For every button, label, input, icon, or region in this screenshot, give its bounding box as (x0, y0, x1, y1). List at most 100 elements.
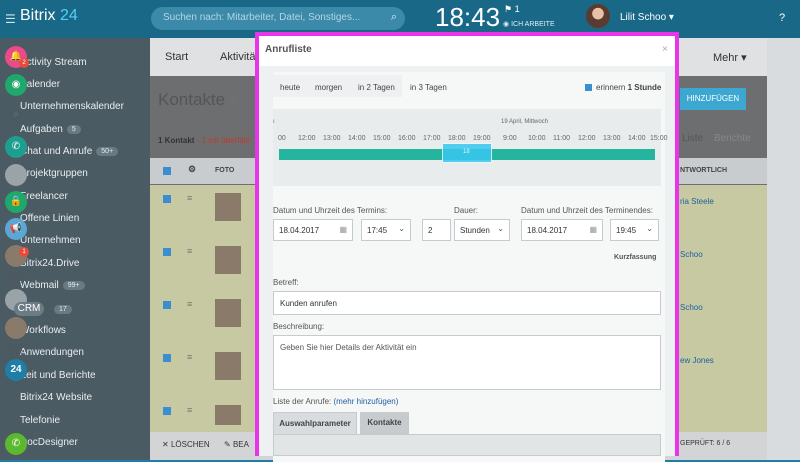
column-responsible[interactable]: NTWORTLICH (680, 167, 727, 174)
contact-photo[interactable] (215, 405, 241, 425)
sidebar-item-aufgaben[interactable]: Aufgaben 5 (20, 124, 81, 135)
avatar[interactable] (586, 4, 610, 28)
end-label: Datum und Uhrzeit des Terminendes: (521, 206, 653, 215)
row-checkbox[interactable] (163, 301, 171, 309)
delete-button[interactable]: ✕ LÖSCHEN (162, 440, 210, 449)
quick-2-days[interactable]: in 2 Tagen (358, 83, 395, 92)
timeline-tick: 14:00 (348, 135, 366, 142)
quick-today[interactable]: heute (280, 83, 300, 92)
app-logo[interactable]: Bitrix 24 (20, 7, 78, 25)
sidebar-badge: 99+ (62, 281, 85, 290)
help-icon[interactable]: ? (773, 9, 791, 27)
duration-input[interactable]: 2 (422, 219, 451, 241)
sidebar-item-telefonie[interactable]: Telefonie (20, 415, 60, 426)
calendar-icon[interactable]: ▦ (589, 225, 597, 234)
user-avatar-4[interactable] (5, 317, 27, 339)
search-icon[interactable]: ⌕ (5, 104, 27, 126)
select-all-checkbox[interactable] (163, 167, 171, 175)
timeline-tick: 00 (278, 135, 286, 142)
sidebar-item-offene-linien[interactable]: Offene Linien (20, 213, 79, 224)
close-icon[interactable]: × (662, 44, 668, 55)
sidebar-item-unternehmen[interactable]: Unternehmen (20, 235, 81, 246)
sidebar-item-docdesigner[interactable]: DocDesigner (20, 437, 78, 448)
timeline-tick: 15:00 (373, 135, 391, 142)
lock-icon[interactable]: 🔒 (5, 191, 27, 213)
sidebar-item-label: Unternehmenskalender (20, 101, 124, 112)
description-textarea[interactable]: Geben Sie hier Details der Aktivität ein (273, 335, 661, 390)
chat-icon[interactable]: ◉ (5, 74, 27, 96)
calendar-icon[interactable]: ▦ (339, 225, 347, 234)
row-checkbox[interactable] (163, 354, 171, 362)
responsible-name[interactable]: Schoo (680, 303, 703, 312)
dialog-title: Anrufliste (265, 44, 312, 55)
tab-selection-params[interactable]: Auswahlparameter (273, 412, 357, 434)
tab-contacts[interactable]: Kontakte (360, 412, 409, 434)
row-menu-icon[interactable]: ≡ (187, 193, 197, 203)
end-time-select[interactable]: 19:45 ⌄ (610, 219, 659, 241)
view-reports[interactable]: Berichte (714, 133, 751, 144)
row-menu-icon[interactable]: ≡ (187, 299, 197, 309)
column-foto[interactable]: FOTO (215, 167, 234, 174)
tab-activities[interactable]: Aktivitä (220, 51, 255, 63)
sidebar-item-unternehmenskalender[interactable]: Unternehmenskalender (20, 101, 124, 112)
sidebar-item-activity-stream[interactable]: Activity Stream (20, 57, 87, 68)
contact-photo[interactable] (215, 299, 241, 327)
sidebar-item-bitrix24-website[interactable]: Bitrix24 Website (20, 392, 92, 403)
bitrix24-icon[interactable]: 24 (5, 359, 27, 381)
sidebar-item-crm[interactable]: CRM (14, 302, 44, 316)
responsible-name[interactable]: Schoo (680, 250, 703, 259)
search-icon[interactable]: ⌕ (391, 11, 397, 24)
clock: 18:43 (435, 2, 501, 32)
timeline-selection[interactable]: 18 (442, 143, 492, 163)
description-label: Beschreibung: (273, 322, 325, 331)
summary-link[interactable]: Kurzfassung (614, 254, 656, 261)
row-checkbox[interactable] (163, 407, 171, 415)
notifications-badge: 2 (19, 58, 29, 68)
settings-icon[interactable]: ⚙ (188, 164, 196, 175)
search-input[interactable]: Suchen nach: Mitarbeiter, Datei, Sonstig… (151, 7, 405, 30)
row-menu-icon[interactable]: ≡ (187, 246, 197, 256)
user-name[interactable]: Lilit Schoo ▾ (620, 12, 674, 23)
start-time-select[interactable]: 17:45 ⌄ (361, 219, 411, 241)
menu-icon[interactable]: ☰ (5, 12, 16, 26)
sidebar-item-projektgruppen[interactable]: Projektgruppen (20, 168, 88, 179)
user-badge: 1 (19, 247, 29, 257)
sidebar-item-zeit-und-berichte[interactable]: Zeit und Berichte (20, 370, 96, 381)
reminder-label[interactable]: erinnern 1 Stunde (596, 83, 661, 92)
sidebar-item-chat-und-anrufe[interactable]: Chat und Anrufe 50+ (20, 146, 119, 157)
responsible-name[interactable]: ew Jones (680, 356, 714, 365)
flag-icon[interactable]: ⚑ 1 (504, 4, 520, 15)
add-contact-button[interactable]: HINZUFÜGEN (680, 88, 746, 110)
contact-photo[interactable] (215, 246, 241, 274)
reminder-checkbox[interactable] (585, 84, 592, 91)
sidebar-item-freelancer[interactable]: Freelancer (20, 191, 68, 202)
tab-more[interactable]: Mehr ▾ (713, 51, 747, 64)
view-list[interactable]: Liste (682, 133, 703, 144)
contact-photo[interactable] (215, 193, 241, 221)
megaphone-icon[interactable]: 📢 (5, 218, 27, 240)
row-menu-icon[interactable]: ≡ (187, 405, 197, 415)
user-avatar-1[interactable] (5, 164, 27, 186)
start-date-input[interactable]: 18.04.2017 ▦ (273, 219, 353, 241)
chevron-down-icon: ⌄ (398, 224, 405, 233)
edit-button[interactable]: ✎ BEA (224, 440, 249, 449)
star-icon[interactable]: ☆ (228, 91, 241, 108)
timeline[interactable]: 19 April, Mittwoch ı 00 12:00 13:00 14:00 15… (273, 109, 668, 186)
row-checkbox[interactable] (163, 248, 171, 256)
timeline-tick: 17:00 (423, 135, 441, 142)
tab-start[interactable]: Start (165, 51, 188, 63)
end-date-input[interactable]: 18.04.2017 ▦ (521, 219, 603, 241)
quick-3-days[interactable]: in 3 Tagen (410, 83, 447, 92)
add-more-link[interactable]: (mehr hinzufügen) (334, 397, 399, 406)
phone-icon[interactable]: ✆ (5, 136, 27, 158)
work-status[interactable]: ◉ ICH ARBEITE (503, 20, 555, 28)
duration-unit-select[interactable]: Stunden ⌄ (454, 219, 510, 241)
quick-tomorrow[interactable]: morgen (315, 83, 342, 92)
contact-photo[interactable] (215, 352, 241, 380)
row-menu-icon[interactable]: ≡ (187, 352, 197, 362)
subject-input[interactable]: Kunden anrufen (273, 291, 661, 315)
responsible-name[interactable]: ria Steele (680, 197, 714, 206)
row-checkbox[interactable] (163, 195, 171, 203)
call-icon[interactable]: ✆ (5, 433, 27, 455)
sidebar-item-bitrix24-drive[interactable]: Bitrix24.Drive (20, 258, 79, 269)
